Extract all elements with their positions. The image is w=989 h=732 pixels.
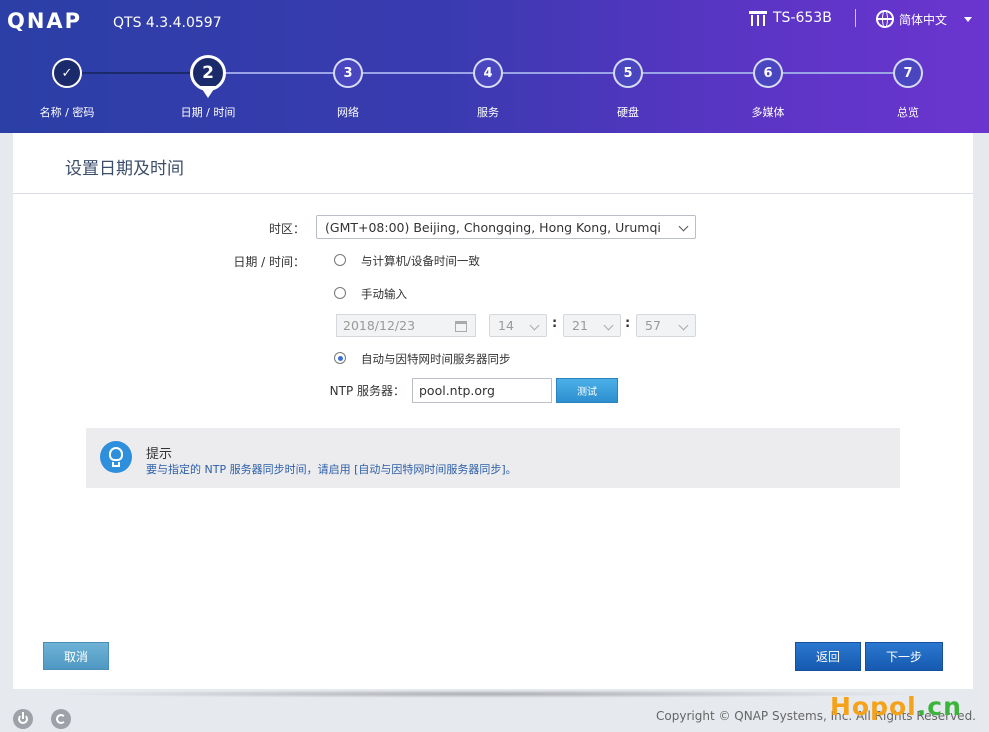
timezone-label: 时区： bbox=[268, 222, 305, 236]
manual-date-input[interactable]: 2018/12/23 bbox=[336, 314, 476, 337]
wizard-progress-done bbox=[67, 72, 208, 74]
minute-value: 21 bbox=[572, 318, 588, 333]
watermark-cn: .cn bbox=[916, 692, 962, 721]
device-model-label: TS-653B bbox=[773, 10, 832, 26]
step-1-circle: ✓ bbox=[52, 58, 82, 88]
back-button[interactable]: 返回 bbox=[795, 642, 861, 671]
hour-select[interactable]: 14 bbox=[489, 314, 547, 337]
hour-value: 14 bbox=[498, 318, 514, 333]
step-5-circle: 5 bbox=[613, 58, 643, 88]
ntp-server-label: NTP 服务器： bbox=[329, 384, 405, 398]
step-7-label: 总览 bbox=[897, 106, 919, 119]
next-button[interactable]: 下一步 bbox=[865, 642, 943, 671]
language-label: 简体中文 bbox=[899, 12, 948, 27]
radio-manual[interactable] bbox=[334, 287, 346, 299]
top-header: QNAP QTS 4.3.4.0597 TS-653B 简体中文 ✓ 2 3 4… bbox=[0, 0, 989, 133]
refresh-icon[interactable] bbox=[51, 709, 71, 729]
globe-icon bbox=[876, 10, 894, 28]
watermark-hopol: Hopol bbox=[830, 692, 917, 721]
step-7-circle: 7 bbox=[893, 58, 923, 88]
qnap-logo: QNAP bbox=[7, 9, 83, 33]
time-colon: : bbox=[625, 316, 631, 331]
chevron-down-icon bbox=[678, 320, 689, 331]
test-button[interactable]: 测试 bbox=[556, 378, 618, 403]
ntp-server-input[interactable]: pool.ntp.org bbox=[412, 378, 552, 403]
header-separator bbox=[855, 9, 856, 27]
chevron-down-icon bbox=[529, 320, 540, 331]
tip-title: 提示 bbox=[146, 447, 173, 462]
step-3-circle: 3 bbox=[333, 58, 363, 88]
second-select[interactable]: 57 bbox=[636, 314, 696, 337]
step-1-label: 名称 / 密码 bbox=[39, 106, 95, 119]
radio-ntp-label: 自动与因特网时间服务器同步 bbox=[361, 352, 511, 366]
time-colon: : bbox=[552, 316, 558, 331]
tip-text: 要与指定的 NTP 服务器同步时间，请启用 [自动与因特网时间服务器同步]。 bbox=[146, 463, 517, 476]
lightbulb-icon bbox=[100, 441, 132, 473]
step-3-label: 网络 bbox=[337, 106, 359, 119]
chevron-down-icon bbox=[678, 221, 689, 232]
radio-sync-pc[interactable] bbox=[334, 254, 346, 266]
chevron-down-icon bbox=[603, 320, 614, 331]
manual-date-value: 2018/12/23 bbox=[343, 318, 416, 333]
step-2-label: 日期 / 时间 bbox=[180, 106, 236, 119]
timezone-value: (GMT+08:00) Beijing, Chongqing, Hong Kon… bbox=[325, 219, 661, 235]
timezone-select[interactable]: (GMT+08:00) Beijing, Chongqing, Hong Kon… bbox=[316, 215, 696, 239]
current-step-pointer bbox=[200, 86, 216, 98]
device-model: TS-653B bbox=[749, 10, 832, 26]
ntp-server-value: pool.ntp.org bbox=[419, 383, 495, 398]
step-4-label: 服务 bbox=[477, 106, 499, 119]
chevron-down-icon bbox=[964, 16, 973, 22]
power-icon[interactable] bbox=[13, 709, 33, 729]
step-4-circle: 4 bbox=[473, 58, 503, 88]
watermark: Hopol.cn bbox=[830, 692, 962, 721]
calendar-icon bbox=[455, 321, 467, 332]
datetime-label: 日期 / 时间： bbox=[233, 255, 305, 269]
tip-box: 提示 要与指定的 NTP 服务器同步时间，请启用 [自动与因特网时间服务器同步]… bbox=[86, 428, 900, 488]
page-title: 设置日期及时间 bbox=[65, 159, 184, 179]
minute-select[interactable]: 21 bbox=[563, 314, 621, 337]
radio-sync-pc-label: 与计算机/设备时间一致 bbox=[361, 254, 480, 268]
radio-manual-label: 手动输入 bbox=[361, 287, 407, 301]
cancel-button[interactable]: 取消 bbox=[43, 642, 109, 670]
radio-ntp[interactable] bbox=[334, 352, 346, 364]
panel-shadow bbox=[50, 690, 930, 698]
nas-device-icon bbox=[749, 10, 767, 26]
step-5-label: 硬盘 bbox=[617, 106, 639, 119]
wizard-panel: 设置日期及时间 时区： (GMT+08:00) Beijing, Chongqi… bbox=[13, 133, 973, 689]
step-6-circle: 6 bbox=[753, 58, 783, 88]
title-divider bbox=[13, 193, 973, 194]
step-6-label: 多媒体 bbox=[751, 106, 785, 119]
language-selector[interactable]: 简体中文 bbox=[876, 10, 973, 28]
second-value: 57 bbox=[645, 318, 661, 333]
firmware-version: QTS 4.3.4.0597 bbox=[113, 15, 222, 31]
